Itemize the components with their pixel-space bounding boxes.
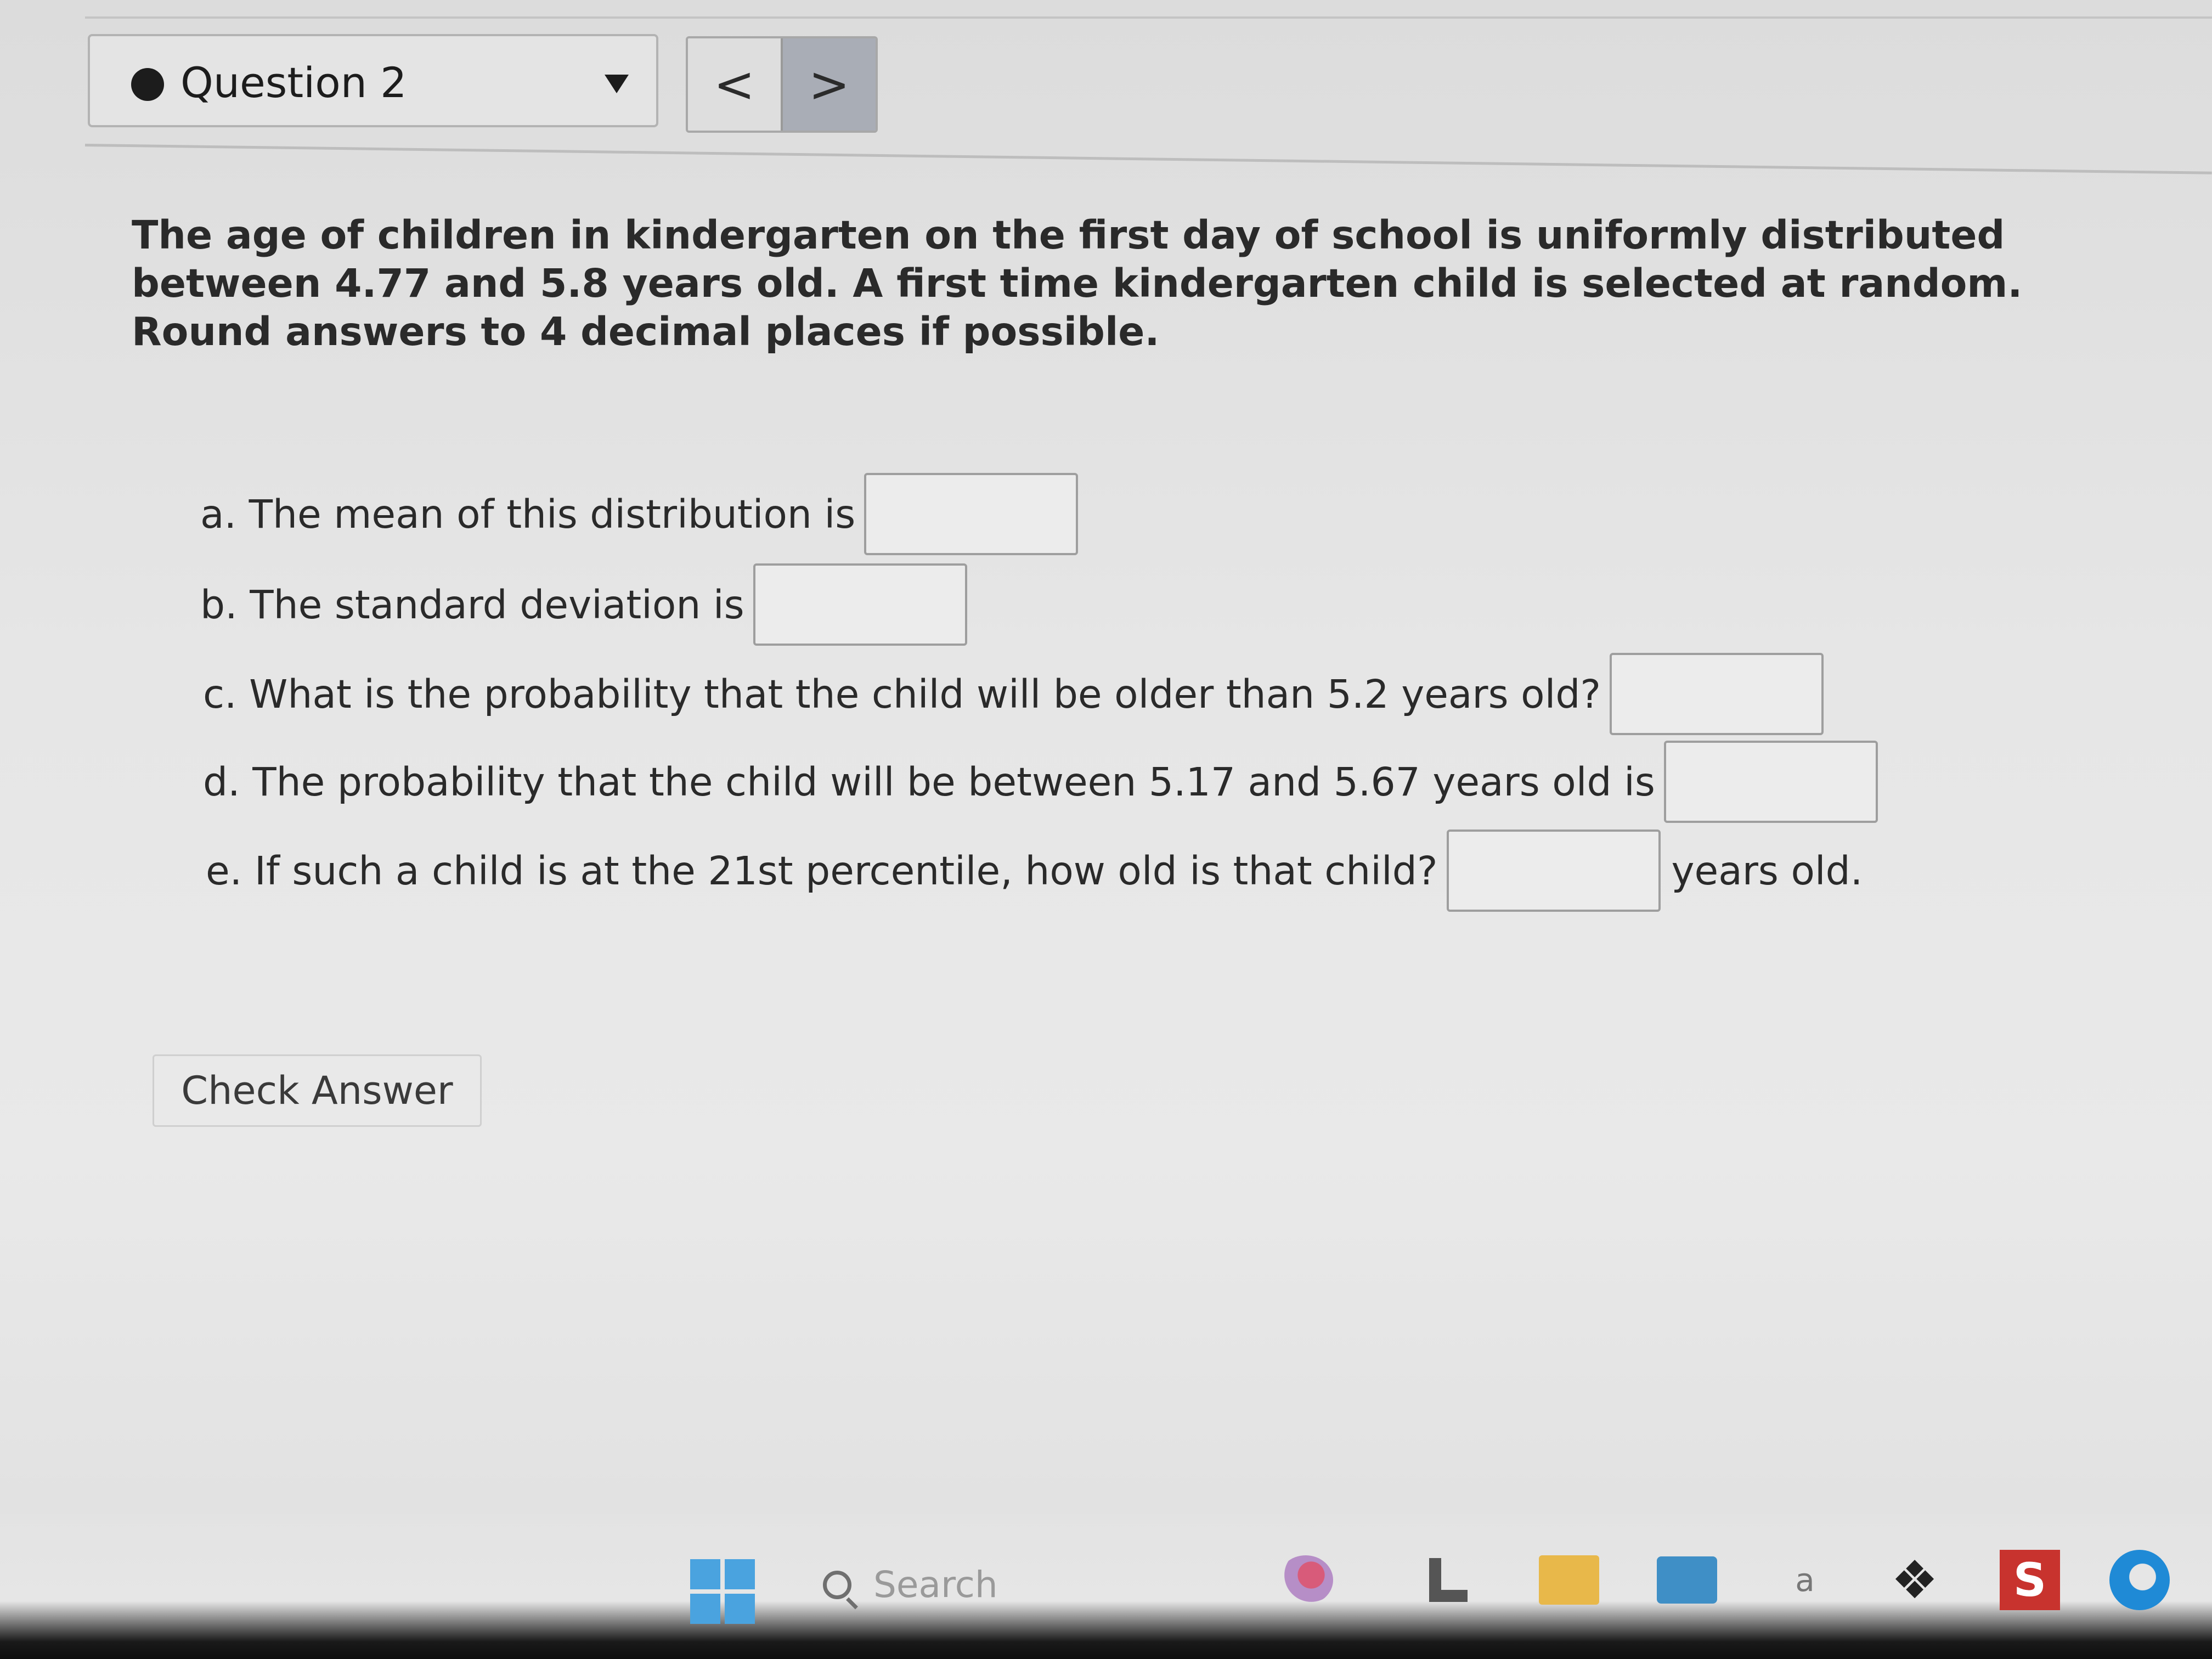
part-c-label: c. What is the probability that the chil… — [203, 671, 1601, 717]
previous-question-button[interactable]: < — [688, 38, 781, 131]
question-nav: < > — [686, 36, 878, 133]
part-a: a. The mean of this distribution is — [200, 473, 1079, 555]
taskbar-search-label: Search — [873, 1564, 998, 1606]
taskbar-search[interactable]: Search — [823, 1564, 998, 1606]
between-probability-input[interactable] — [1663, 741, 1878, 823]
part-d-label: d. The probability that the child will b… — [203, 759, 1655, 805]
page: Question 2 < > The age of children in ki… — [0, 0, 2212, 1659]
part-c: c. What is the probability that the chil… — [203, 653, 1824, 735]
part-e-label: e. If such a child is at the 21st percen… — [206, 848, 1438, 894]
dropbox-icon[interactable]: ❖ — [1882, 1547, 1948, 1613]
header-divider — [84, 144, 2212, 174]
l-app-icon[interactable] — [1415, 1547, 1481, 1613]
part-d: d. The probability that the child will b… — [203, 741, 1878, 823]
part-e: e. If such a child is at the 21st percen… — [206, 830, 1863, 912]
question-selector[interactable]: Question 2 — [88, 34, 658, 127]
flower-app-icon[interactable] — [1273, 1547, 1339, 1613]
question-label: Question 2 — [180, 58, 407, 107]
part-b-label: b. The standard deviation is — [200, 582, 744, 628]
chevron-left-icon: < — [713, 55, 755, 114]
part-a-label: a. The mean of this distribution is — [200, 491, 856, 537]
chevron-down-icon[interactable] — [605, 75, 629, 93]
search-icon — [823, 1570, 851, 1599]
taskbar: Search a ❖ S — [0, 1514, 2212, 1659]
mail-icon[interactable] — [1654, 1547, 1720, 1613]
mean-answer-input[interactable] — [864, 473, 1079, 555]
windows-start-icon[interactable] — [690, 1559, 755, 1624]
chevron-right-icon: > — [808, 55, 850, 114]
next-question-button[interactable]: > — [781, 38, 876, 131]
std-dev-answer-input[interactable] — [753, 563, 967, 646]
percentile-age-input[interactable] — [1446, 830, 1661, 912]
question-status-dot — [131, 68, 164, 101]
s-app-icon[interactable]: S — [1997, 1547, 2063, 1613]
top-border — [85, 16, 2212, 25]
part-b: b. The standard deviation is — [200, 563, 967, 646]
older-probability-input[interactable] — [1610, 653, 1824, 735]
folder-icon[interactable] — [1536, 1547, 1602, 1613]
a-app-icon[interactable]: a — [1772, 1547, 1838, 1613]
check-answer-button[interactable]: Check Answer — [153, 1054, 482, 1127]
question-prompt: The age of children in kindergarten on t… — [132, 212, 2023, 354]
edge-icon[interactable] — [2107, 1547, 2172, 1613]
part-e-suffix: years old. — [1671, 848, 1863, 894]
